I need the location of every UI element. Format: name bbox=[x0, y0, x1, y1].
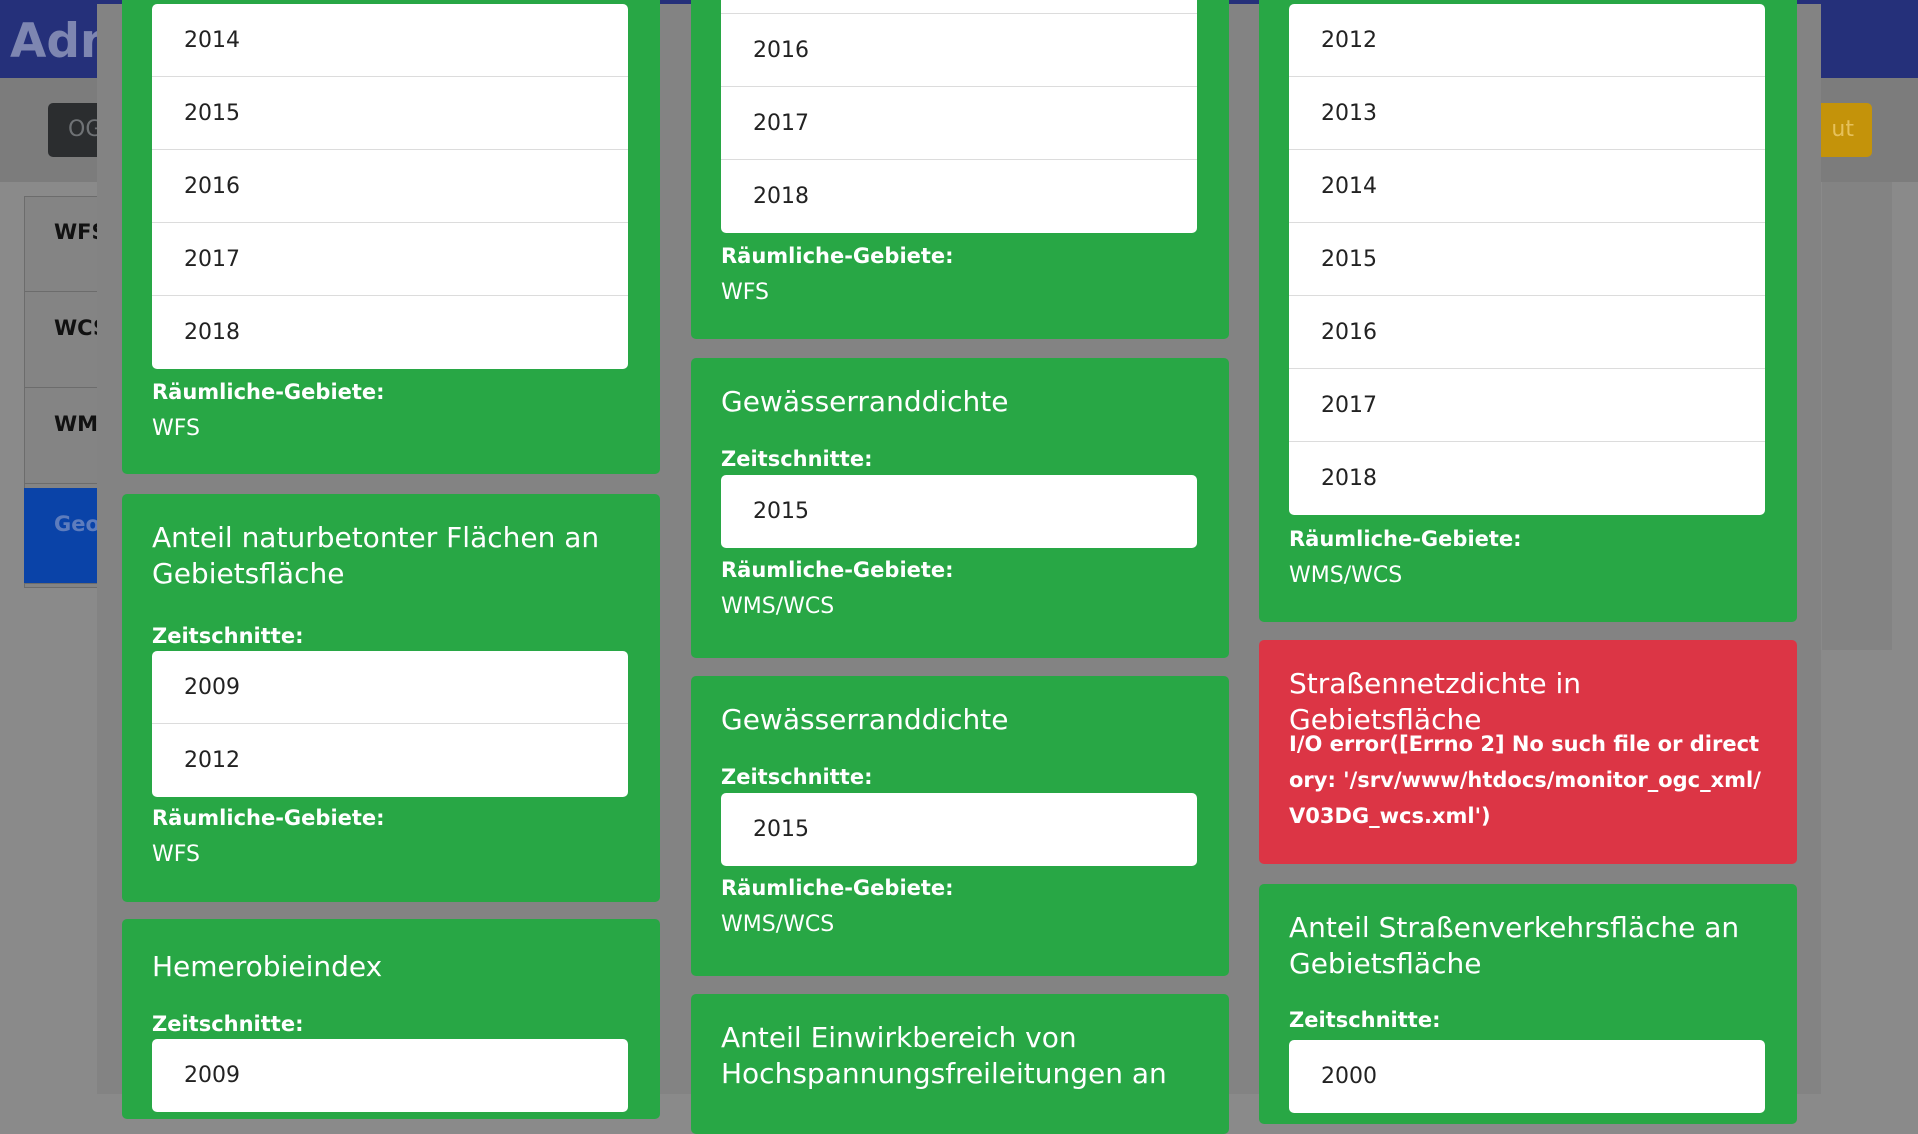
list-item[interactable]: 2013 bbox=[1289, 77, 1765, 150]
raeumliche-value: WFS bbox=[152, 416, 200, 441]
zeitschnitte-list: 2014 2015 2016 2017 2018 bbox=[152, 4, 628, 369]
zeitschnitte-label: Zeitschnitte: bbox=[721, 447, 873, 471]
raeumliche-value: WMS/WCS bbox=[721, 912, 835, 937]
list-item[interactable]: 2016 bbox=[152, 150, 628, 223]
indicator-card: 2012 2013 2014 2015 2016 2017 2018 Räuml… bbox=[1259, 0, 1797, 622]
list-item[interactable]: 2012 bbox=[152, 724, 628, 797]
list-item[interactable]: 2015 bbox=[152, 77, 628, 150]
list-item[interactable]: 2016 bbox=[721, 14, 1197, 87]
raeumliche-value: WFS bbox=[721, 280, 769, 305]
raeumliche-label: Räumliche-Gebiete: bbox=[721, 876, 954, 900]
error-card: Straßennetzdichte in Gebietsfläche I/O e… bbox=[1259, 640, 1797, 864]
error-message: I/O error([Errno 2] No such file or dire… bbox=[1289, 732, 1761, 828]
indicator-card: Anteil naturbetonter Flächen an Gebietsf… bbox=[122, 494, 660, 902]
list-item[interactable]: 2012 bbox=[1289, 4, 1765, 77]
indicator-card: 2014 2015 2016 2017 2018 Räumliche-Gebie… bbox=[122, 0, 660, 474]
list-item[interactable]: 2000 bbox=[1289, 1040, 1765, 1113]
indicator-modal: 2014 2015 2016 2017 2018 Räumliche-Gebie… bbox=[97, 0, 1821, 1134]
list-item[interactable]: 2017 bbox=[1289, 369, 1765, 442]
zeitschnitte-label: Zeitschnitte: bbox=[721, 765, 873, 789]
raeumliche-label: Räumliche-Gebiete: bbox=[721, 558, 954, 582]
list-item[interactable]: 2018 bbox=[1289, 442, 1765, 515]
indicator-card: 2016 2017 2018 Räumliche-Gebiete: WFS bbox=[691, 0, 1229, 339]
list-item[interactable]: 2015 bbox=[1289, 223, 1765, 296]
zeitschnitte-list: 2009 bbox=[152, 1039, 628, 1112]
raeumliche-value: WMS/WCS bbox=[721, 594, 835, 619]
list-item[interactable]: 2016 bbox=[1289, 296, 1765, 369]
list-item[interactable]: 2015 bbox=[721, 475, 1197, 548]
list-item[interactable]: 2009 bbox=[152, 651, 628, 724]
zeitschnitte-label: Zeitschnitte: bbox=[152, 1012, 304, 1036]
indicator-card: Anteil Einwirkbereich von Hochspannungsf… bbox=[691, 994, 1229, 1134]
list-item[interactable]: 2017 bbox=[721, 87, 1197, 160]
zeitschnitte-label: Zeitschnitte: bbox=[1289, 1008, 1441, 1032]
raeumliche-label: Räumliche-Gebiete: bbox=[152, 806, 385, 830]
raeumliche-value: WMS/WCS bbox=[1289, 563, 1403, 588]
list-item[interactable]: 2014 bbox=[152, 4, 628, 77]
raeumliche-value: WFS bbox=[152, 842, 200, 867]
zeitschnitte-list: 2015 bbox=[721, 793, 1197, 866]
zeitschnitte-list: 2000 bbox=[1289, 1040, 1765, 1113]
card-title: Gewässerranddichte bbox=[721, 703, 1009, 736]
list-item bbox=[721, 0, 1197, 14]
card-title: Anteil Straßenverkehrsfläche an Gebietsf… bbox=[1289, 911, 1740, 980]
background-content-panel bbox=[1822, 182, 1892, 650]
list-item[interactable]: 2018 bbox=[721, 160, 1197, 233]
raeumliche-label: Räumliche-Gebiete: bbox=[152, 380, 385, 404]
zeitschnitte-list: 2012 2013 2014 2015 2016 2017 2018 bbox=[1289, 4, 1765, 515]
indicator-card: Hemerobieindex Zeitschnitte: 2009 bbox=[122, 919, 660, 1119]
indicator-card: Gewässerranddichte Zeitschnitte: 2015 Rä… bbox=[691, 676, 1229, 976]
raeumliche-label: Räumliche-Gebiete: bbox=[1289, 527, 1522, 551]
card-title: Anteil Einwirkbereich von Hochspannungsf… bbox=[721, 1021, 1167, 1090]
list-item[interactable]: 2014 bbox=[1289, 150, 1765, 223]
card-title: Hemerobieindex bbox=[152, 950, 383, 983]
card-title: Gewässerranddichte bbox=[721, 385, 1009, 418]
zeitschnitte-list: 2015 bbox=[721, 475, 1197, 548]
list-item[interactable]: 2018 bbox=[152, 296, 628, 369]
zeitschnitte-label: Zeitschnitte: bbox=[152, 624, 304, 648]
list-item[interactable]: 2017 bbox=[152, 223, 628, 296]
indicator-card: Anteil Straßenverkehrsfläche an Gebietsf… bbox=[1259, 884, 1797, 1124]
list-item[interactable]: 2015 bbox=[721, 793, 1197, 866]
zeitschnitte-list: 2009 2012 bbox=[152, 651, 628, 797]
indicator-card: Gewässerranddichte Zeitschnitte: 2015 Rä… bbox=[691, 358, 1229, 658]
card-title: Anteil naturbetonter Flächen an Gebietsf… bbox=[152, 521, 600, 590]
zeitschnitte-list: 2016 2017 2018 bbox=[721, 0, 1197, 233]
raeumliche-label: Räumliche-Gebiete: bbox=[721, 244, 954, 268]
list-item[interactable]: 2009 bbox=[152, 1039, 628, 1112]
